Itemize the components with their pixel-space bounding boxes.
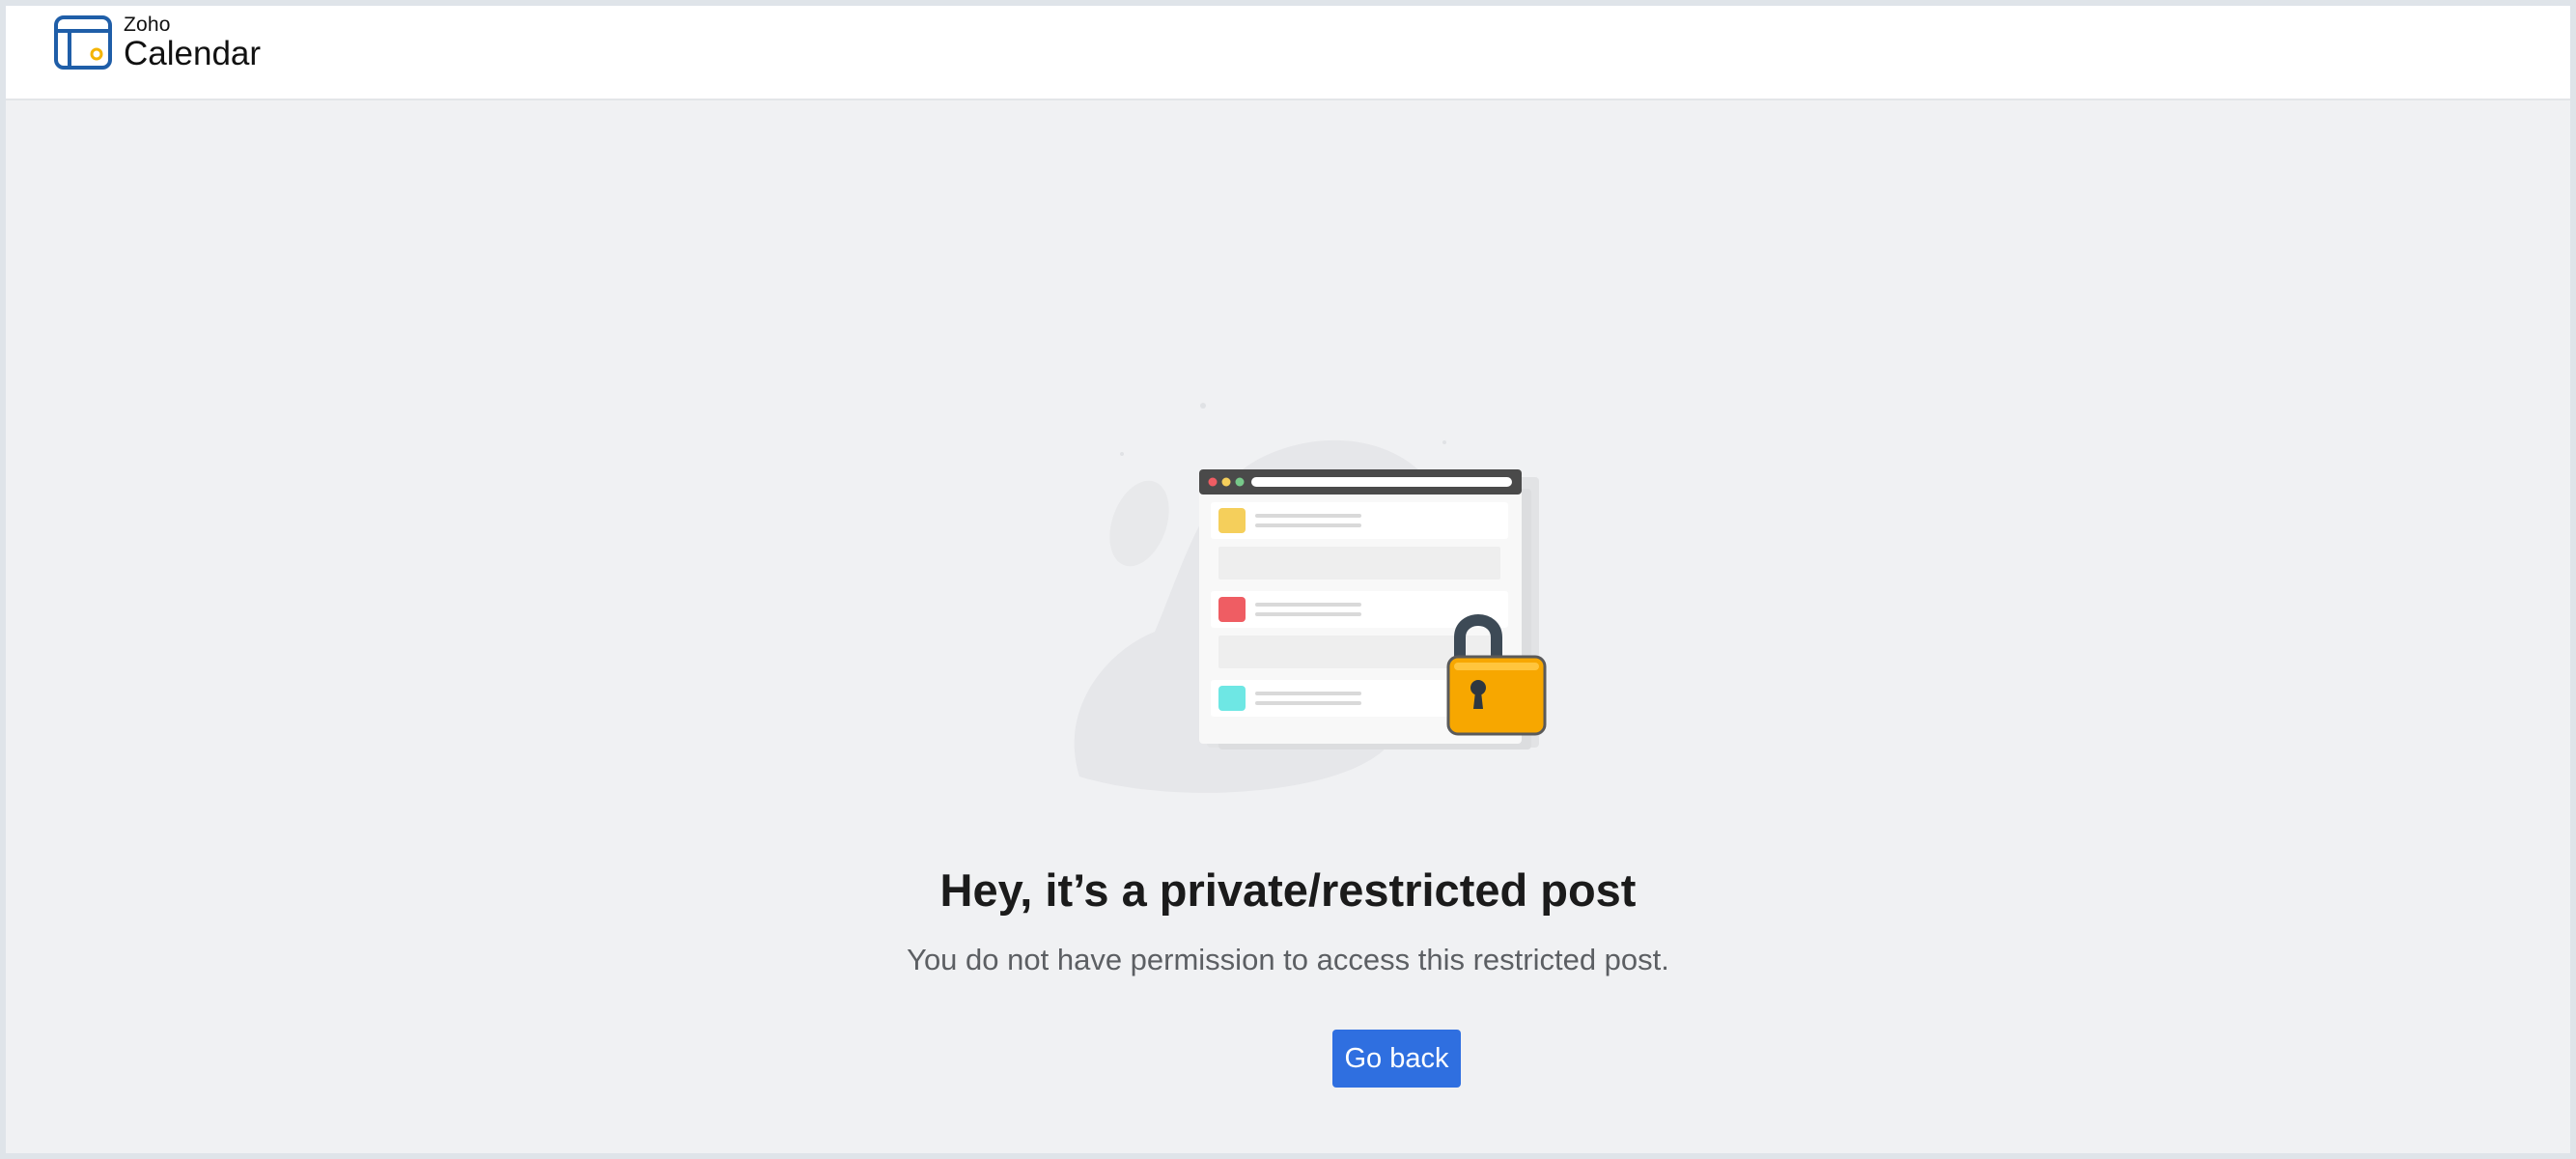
- zoho-calendar-logo-icon: [54, 15, 112, 70]
- restricted-post-panel: Hey, it’s a private/restricted post You …: [6, 100, 2570, 1153]
- top-header: Zoho Calendar: [6, 6, 2570, 100]
- restricted-title: Hey, it’s a private/restricted post: [939, 864, 1637, 916]
- brand-company-name: Zoho: [124, 14, 171, 36]
- go-back-button[interactable]: Go back: [1332, 1030, 1461, 1088]
- brand-logo-link[interactable]: Zoho Calendar: [52, 12, 261, 73]
- restricted-description: You do not have permission to access thi…: [907, 943, 1669, 976]
- page-frame: Zoho Calendar Hey, it’s a private/restri…: [6, 6, 2570, 1153]
- brand-product-name: Calendar: [124, 35, 262, 72]
- restricted-illustration: [1074, 403, 1547, 793]
